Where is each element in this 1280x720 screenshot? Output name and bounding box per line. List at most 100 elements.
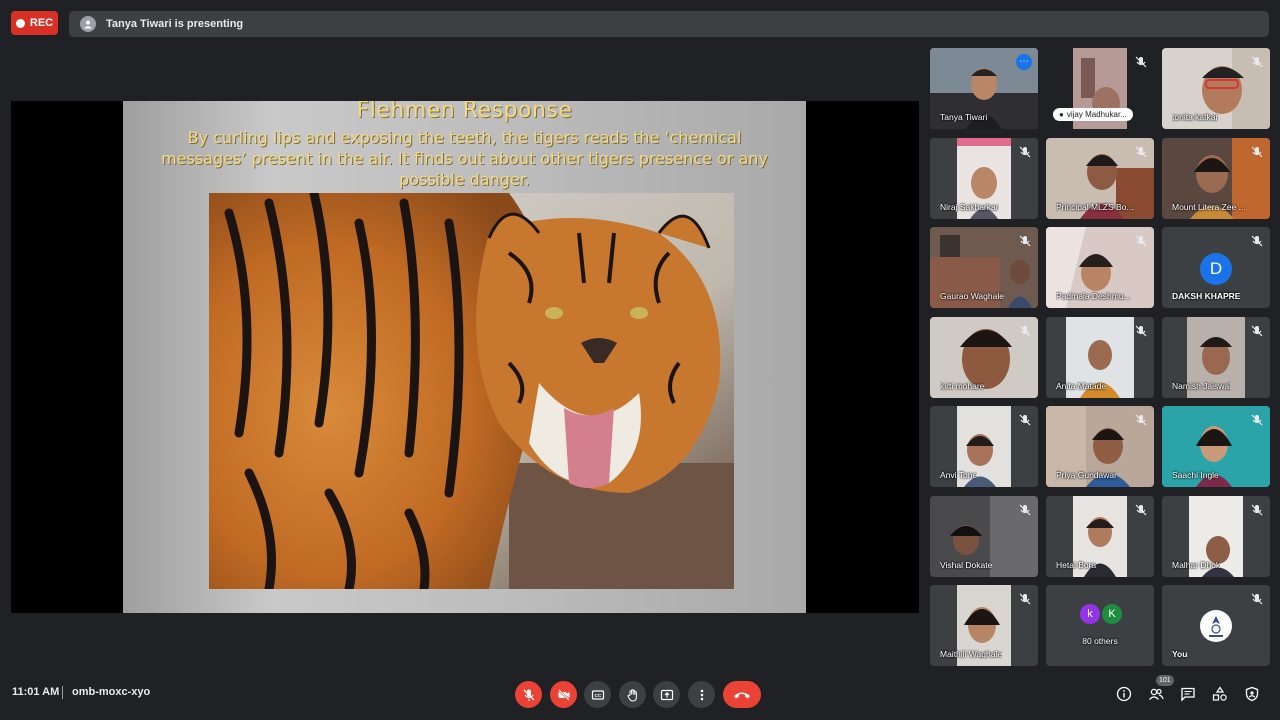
meeting-details-button[interactable]: [1114, 684, 1134, 704]
end-call-button[interactable]: [723, 681, 761, 708]
participant-name: Namish Jaiswal: [1172, 381, 1232, 391]
microphone-off-icon: [1019, 593, 1031, 605]
participant-tile[interactable]: Maithili Waghale: [930, 585, 1038, 666]
meeting-code: omb-moxc-xyo: [72, 686, 151, 698]
school-logo-icon: [1200, 610, 1232, 642]
participant-name: Saachi Ingle: [1172, 470, 1219, 480]
slide-title: Flehmen Response: [356, 101, 573, 123]
participant-tile[interactable]: Gaurao Waghale: [930, 227, 1038, 308]
divider: [62, 686, 63, 699]
presenting-banner: Tanya Tiwari is presenting: [69, 11, 1269, 37]
participant-name: Priya Gundawar: [1056, 470, 1117, 480]
presenting-text: Tanya Tiwari is presenting: [106, 18, 244, 30]
self-tile[interactable]: You: [1162, 585, 1270, 666]
microphone-off-icon: [1135, 235, 1147, 247]
activities-button[interactable]: [1210, 684, 1230, 704]
self-label: You: [1172, 649, 1188, 659]
raise-hand-icon: [627, 688, 637, 702]
participant-tile[interactable]: kirti mohare: [930, 317, 1038, 398]
microphone-off-icon: [1135, 325, 1147, 337]
participant-name: vijay Madhukar...: [1066, 110, 1127, 119]
participant-tile[interactable]: Padmaja Deshmu...: [1046, 227, 1154, 308]
more-options-button[interactable]: [688, 681, 715, 708]
present-now-button[interactable]: [653, 681, 680, 708]
microphone-off-icon: [1251, 414, 1263, 426]
tiger-photo: [209, 193, 734, 589]
info-icon: [1116, 686, 1132, 702]
presentation-slide: Flehmen Response By curling lips and exp…: [123, 101, 806, 613]
recording-dot-icon: [15, 18, 25, 28]
participant-tile[interactable]: Mount Litera Zee ...: [1162, 138, 1270, 219]
captions-button[interactable]: CC: [584, 681, 611, 708]
microphone-off-icon: [1135, 414, 1147, 426]
chat-icon: [1181, 687, 1195, 702]
participant-name: Maithili Waghale: [940, 649, 1003, 659]
camera-off-icon: [557, 688, 570, 701]
microphone-off-icon: [1019, 414, 1031, 426]
present-screen-icon: [660, 689, 673, 700]
people-icon: [1149, 688, 1164, 700]
microphone-off-icon: [1019, 325, 1031, 337]
participant-name: Tanya Tiwari: [940, 112, 988, 122]
microphone-off-icon: [1135, 146, 1147, 158]
host-controls-icon: [1245, 686, 1259, 702]
host-controls-button[interactable]: [1242, 684, 1262, 704]
participant-name: DAKSH KHAPRE: [1172, 291, 1241, 301]
participant-name: Anita Matade: [1056, 381, 1107, 391]
closed-captions-icon: CC: [591, 689, 604, 700]
microphone-off-icon: [1019, 235, 1031, 247]
others-avatar: k: [1080, 604, 1100, 624]
microphone-off-icon: [1135, 56, 1147, 68]
microphone-off-icon: [1135, 504, 1147, 516]
raise-hand-button[interactable]: [619, 681, 646, 708]
microphone-off-icon: [1019, 146, 1031, 158]
participant-count-badge: 101: [1156, 675, 1174, 686]
others-tile[interactable]: k K 80 others: [1046, 585, 1154, 666]
others-avatar: K: [1102, 604, 1122, 624]
participant-name: Niraj Sakharkar: [940, 202, 999, 212]
recording-badge: REC: [11, 11, 58, 35]
microphone-off-icon: [523, 689, 534, 701]
chat-button[interactable]: [1178, 684, 1198, 704]
participant-name: kirti mohare: [940, 381, 985, 391]
recording-label: REC: [29, 17, 54, 29]
participant-tile[interactable]: Hetal Bora: [1046, 496, 1154, 577]
activities-icon: [1212, 686, 1227, 701]
microphone-off-icon: [1251, 235, 1263, 247]
participant-tile[interactable]: Namish Jaiswal: [1162, 317, 1270, 398]
more-options-icon: [700, 689, 703, 700]
microphone-off-icon: [1251, 504, 1263, 516]
participant-tile[interactable]: tonita katkar: [1162, 48, 1270, 129]
microphone-off-icon: [1019, 504, 1031, 516]
participant-tile[interactable]: Saachi Ingle: [1162, 406, 1270, 487]
toggle-microphone-button[interactable]: [515, 681, 542, 708]
participant-name: Mount Litera Zee ...: [1172, 202, 1246, 212]
participant-name: tonita katkar: [1172, 112, 1219, 122]
participant-tile[interactable]: ⋯ Tanya Tiwari: [930, 48, 1038, 129]
participant-tile[interactable]: Anvi Tone: [930, 406, 1038, 487]
participant-tile[interactable]: D DAKSH KHAPRE: [1162, 227, 1270, 308]
participant-name: Gaurao Waghale: [940, 291, 1004, 301]
participant-tile[interactable]: Priya Gundawar: [1046, 406, 1154, 487]
end-call-icon: [734, 692, 750, 698]
participant-avatar: D: [1200, 253, 1232, 285]
participant-tile[interactable]: Vishal Dokate: [930, 496, 1038, 577]
presenter-avatar: [80, 16, 96, 32]
participant-name: Anvi Tone: [940, 470, 978, 480]
slide-body: By curling lips and exposing the teeth, …: [161, 128, 768, 189]
meeting-clock: 11:01 AM: [12, 686, 60, 698]
participant-tile[interactable]: Principal MLZS Bo...: [1046, 138, 1154, 219]
others-label: 80 others: [1082, 636, 1118, 646]
participant-tile[interactable]: ● vijay Madhukar...: [1046, 48, 1154, 129]
bottom-toolbar: 11:01 AM omb-moxc-xyo CC 101: [0, 672, 1280, 720]
microphone-off-icon: [1251, 325, 1263, 337]
participant-tile[interactable]: Malhar Dhok: [1162, 496, 1270, 577]
people-button[interactable]: [1146, 684, 1166, 704]
participant-name: Padmaja Deshmu...: [1056, 291, 1131, 301]
toggle-camera-button[interactable]: [550, 681, 577, 708]
lock-icon: ●: [1059, 110, 1064, 119]
participant-name: Hetal Bora: [1056, 560, 1097, 570]
participant-tile[interactable]: Niraj Sakharkar: [930, 138, 1038, 219]
more-options-icon[interactable]: ⋯: [1016, 54, 1032, 70]
participant-tile[interactable]: Anita Matade: [1046, 317, 1154, 398]
